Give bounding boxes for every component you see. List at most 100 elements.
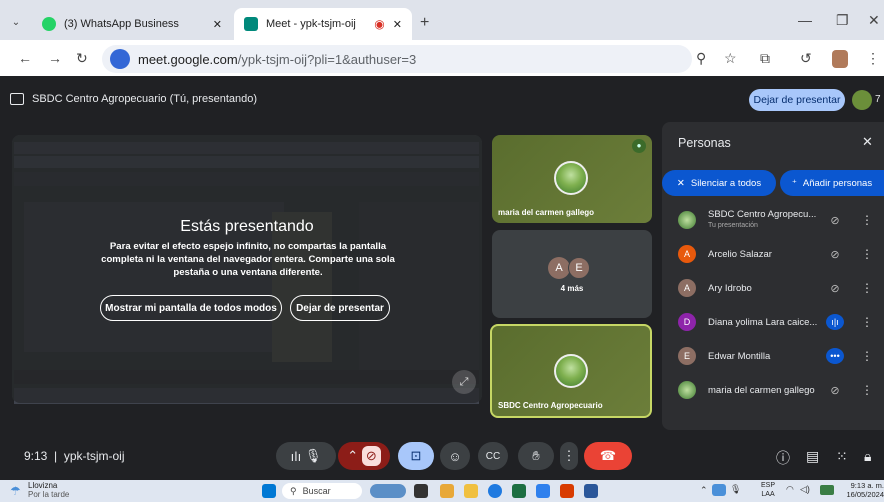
- participant-name: Diana yolima Lara caice...: [708, 316, 818, 328]
- profile-avatar[interactable]: [832, 50, 848, 68]
- language-indicator[interactable]: ESP LAA: [761, 481, 775, 499]
- address-bar[interactable]: meet.google.com/ypk-tsjm-oij?pli=1&authu…: [102, 45, 692, 73]
- stop-presenting-button[interactable]: Dejar de presentar: [749, 89, 845, 111]
- camera-off-icon: ⊘: [361, 446, 381, 466]
- more-options-icon[interactable]: ⋮: [560, 442, 578, 470]
- participant-tile[interactable]: maria del carmen gallego ●: [492, 135, 652, 223]
- excel-icon[interactable]: [512, 484, 526, 498]
- participant-row[interactable]: D Diana yolima Lara caice... ı|ı ⋮: [678, 310, 876, 334]
- emoji-icon[interactable]: ☺: [440, 442, 470, 470]
- zoom-icon[interactable]: ⚲: [696, 50, 706, 67]
- activities-icon[interactable]: ⁙: [836, 448, 848, 465]
- recording-icon: ◉: [374, 17, 385, 31]
- new-tab-icon[interactable]: +: [420, 14, 429, 32]
- menu-icon[interactable]: ⋮: [866, 50, 880, 67]
- info-icon[interactable]: ⓘ: [776, 448, 790, 468]
- extensions-icon[interactable]: ⧉: [760, 50, 770, 67]
- meeting-code: ypk-tsjm-oij: [63, 449, 125, 463]
- participant-row[interactable]: SBDC Centro Agropecu... Tu presentación …: [678, 208, 876, 232]
- chrome-icon[interactable]: [536, 484, 550, 498]
- site-info-icon[interactable]: [110, 49, 130, 69]
- meet-icon: [244, 17, 258, 31]
- more-options-icon[interactable]: ⋮: [858, 213, 876, 227]
- back-icon[interactable]: ←: [18, 50, 32, 66]
- more-participants-tile[interactable]: A E 4 más: [492, 230, 652, 318]
- add-people-label: Añadir personas: [802, 177, 873, 189]
- avatar: A: [548, 257, 570, 279]
- overlay-stop-presenting-button[interactable]: Dejar de presentar: [290, 295, 390, 321]
- tile-name: SBDC Centro Agropecuario: [498, 401, 603, 410]
- word-icon[interactable]: [584, 484, 598, 498]
- chat-icon[interactable]: ▤: [806, 448, 819, 465]
- tray-mic-icon[interactable]: 🎙︎: [730, 484, 741, 495]
- raise-hand-icon[interactable]: ✋︎: [518, 442, 554, 470]
- widgets-icon[interactable]: [370, 484, 406, 498]
- weather-widget[interactable]: Llovizna Por la tarde: [28, 481, 69, 499]
- hangup-button[interactable]: ☎︎: [584, 442, 632, 470]
- add-person-icon: ⁺: [791, 177, 797, 189]
- powerpoint-icon[interactable]: [560, 484, 574, 498]
- tab-label: Meet - ypk-tsjm-oij: [266, 18, 356, 30]
- participant-name: Ary Idrobo: [708, 282, 752, 294]
- file-explorer-icon[interactable]: [464, 484, 478, 498]
- minimize-icon[interactable]: —: [798, 12, 812, 28]
- clock[interactable]: 9:13 a. m. 16/05/2024: [842, 481, 884, 499]
- weather-text: Llovizna: [28, 481, 58, 490]
- url-domain: meet.google.com: [138, 51, 238, 67]
- bookmark-star-icon[interactable]: ☆: [724, 50, 737, 67]
- more-options-icon[interactable]: ⋮: [858, 247, 876, 261]
- teams-icon[interactable]: [440, 484, 454, 498]
- overlay-message: Para evitar el efecto espejo infinito, n…: [101, 241, 395, 278]
- close-window-icon[interactable]: ✕: [868, 12, 880, 29]
- add-people-button[interactable]: ⁺ Añadir personas: [780, 170, 884, 196]
- mic-off-icon: ⊘: [830, 214, 840, 227]
- participant-row[interactable]: A Ary Idrobo ⊘ ⋮: [678, 276, 876, 300]
- windows-start-icon[interactable]: [262, 484, 276, 498]
- url-path: /ypk-tsjm-oij?pli=1&authuser=3: [237, 51, 417, 67]
- participant-row[interactable]: E Edwar Montilla ••• ⋮: [678, 344, 876, 368]
- battery-icon[interactable]: [820, 485, 834, 495]
- forward-icon[interactable]: →: [48, 50, 62, 66]
- participant-name: Edwar Montilla: [708, 350, 771, 362]
- volume-icon[interactable]: ◁): [800, 484, 810, 495]
- mute-all-button[interactable]: ✕ Silenciar a todos: [662, 170, 776, 196]
- microphone-button[interactable]: ıǀı 🎙︎: [276, 442, 336, 470]
- reload-icon[interactable]: ↻: [76, 50, 88, 67]
- participant-row[interactable]: maria del carmen gallego ⊘ ⋮: [678, 378, 876, 402]
- history-icon[interactable]: ↺: [800, 50, 812, 67]
- chevron-up-icon: ⌃: [347, 448, 359, 463]
- participants-avatar-stack[interactable]: [852, 90, 872, 110]
- more-options-icon[interactable]: ⋮: [858, 315, 876, 329]
- avatar: E: [678, 347, 696, 365]
- tab-search-icon[interactable]: ⌄: [8, 14, 24, 30]
- avatar: [554, 354, 588, 388]
- participant-row[interactable]: A Arcelio Salazar ⊘ ⋮: [678, 242, 876, 266]
- expand-icon[interactable]: ⤢: [452, 370, 476, 394]
- close-tab-icon[interactable]: ✕: [393, 18, 402, 31]
- present-button[interactable]: ⊡: [398, 442, 434, 470]
- show-screen-anyway-button[interactable]: Mostrar mi pantalla de todos modos: [100, 295, 282, 321]
- more-options-icon[interactable]: ⋮: [858, 281, 876, 295]
- camera-button[interactable]: ⌃ ⊘: [338, 442, 390, 470]
- task-view-icon[interactable]: [414, 484, 428, 498]
- host-controls-icon[interactable]: 🔒︎: [864, 448, 871, 465]
- more-options-icon[interactable]: ⋮: [858, 383, 876, 397]
- mic-off-icon: ✕: [676, 177, 685, 189]
- captions-icon[interactable]: CC: [478, 442, 508, 470]
- tray-app-icon[interactable]: [712, 484, 726, 496]
- restore-icon[interactable]: ❐: [836, 12, 849, 29]
- more-options-icon[interactable]: ⋮: [858, 349, 876, 363]
- edge-icon[interactable]: [488, 484, 502, 498]
- tab-whatsapp[interactable]: (3) WhatsApp Business ✕: [32, 8, 232, 40]
- tab-meet[interactable]: Meet - ypk-tsjm-oij ◉ ✕: [234, 8, 412, 40]
- close-tab-icon[interactable]: ✕: [213, 18, 222, 31]
- wifi-icon[interactable]: ◠: [786, 484, 794, 495]
- tray-chevron-icon[interactable]: ⌃: [700, 485, 708, 496]
- close-panel-icon[interactable]: ✕: [862, 134, 873, 150]
- clock-date: 16/05/2024: [846, 490, 884, 499]
- mic-off-icon: ⊘: [830, 282, 840, 295]
- speaking-icon: ı|ı: [826, 314, 844, 330]
- audio-level-icon: ıǀı: [290, 448, 302, 464]
- taskbar-search[interactable]: ⚲ Buscar: [282, 483, 362, 499]
- self-tile[interactable]: SBDC Centro Agropecuario: [490, 324, 652, 418]
